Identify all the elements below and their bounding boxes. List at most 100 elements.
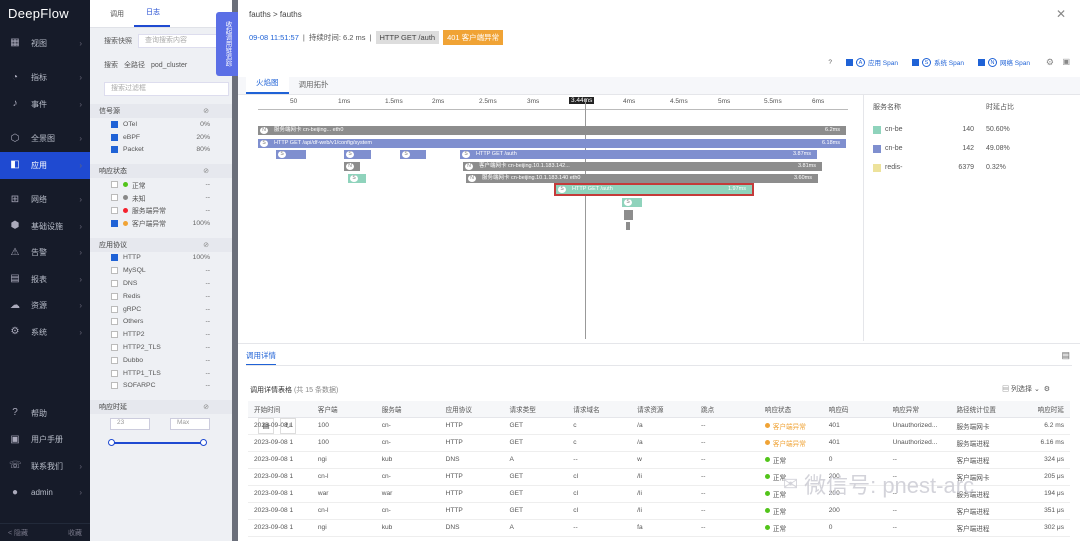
filter-option[interactable]: HTTP 100% (90, 252, 237, 265)
table-row[interactable]: 2023-09-08 1 ngi kub DNS A -- fa -- 正常 0 -- 客户端进程 30… (248, 519, 1070, 537)
quick-filter-input[interactable]: 搜索过滤框 (104, 82, 229, 96)
column-header[interactable]: 请求类型 (503, 401, 568, 418)
nav-item-8[interactable]: ▤ 报表 › (0, 266, 90, 293)
nav-item-7[interactable]: ⚠ 告警 › (0, 240, 90, 267)
checkbox[interactable] (846, 58, 853, 66)
clear-filter-icon[interactable]: ⊘ (203, 241, 209, 249)
legend-item[interactable]: S 系统 Span (912, 57, 964, 67)
filter-option[interactable]: gRPC -- (90, 303, 237, 316)
nav-item-4[interactable]: ◧ 应用 › (0, 152, 90, 179)
clear-filter-icon[interactable]: ⊘ (203, 167, 209, 175)
filter-section-header[interactable]: 应用协议 ⊘ (90, 237, 237, 252)
drawer-toggle-button[interactable]: 收起调用链追踪 (216, 12, 238, 76)
clear-filter-icon[interactable]: ⊘ (203, 403, 209, 411)
nav-item-6[interactable]: ⬢ 基础设施 › (0, 213, 90, 240)
latency-slider[interactable]: 23 Max (102, 414, 225, 454)
favorite-button[interactable]: 收藏 (68, 528, 82, 538)
filter-section-header[interactable]: 信号源 ⊘ (90, 104, 237, 118)
checkbox[interactable] (111, 267, 118, 275)
tab-call-topology[interactable]: 调用拓扑 (289, 79, 339, 94)
column-header[interactable]: 响应时延 (1016, 401, 1070, 418)
column-header[interactable]: 响应异常 (886, 401, 951, 418)
checkbox[interactable] (978, 58, 985, 66)
nav-bottom-item-2[interactable]: ☏ 联系我们 › (0, 453, 90, 480)
search-button[interactable]: 搜索 (104, 60, 118, 70)
column-header[interactable]: 开始时间 (248, 401, 312, 418)
table-row[interactable]: 2023-09-08 1 100 cn- HTTP GET c/a -- 客户端异常 401 Un… (248, 434, 1070, 452)
filter-option[interactable]: SOFARPC -- (90, 380, 237, 393)
legend-item[interactable]: A 应用 Span (846, 57, 898, 67)
filter-option[interactable]: Dubbo -- (90, 354, 237, 367)
checkbox[interactable] (111, 305, 118, 313)
table-row[interactable]: 2023-09-08 1 100 cn- HTTP GET c/a -- 客户端异常 401 Un… (248, 417, 1070, 435)
checkbox[interactable] (111, 344, 118, 352)
nav-item-2[interactable]: ♪ 事件 › (0, 91, 90, 118)
filter-option[interactable]: Packet 80% (90, 144, 237, 157)
column-header[interactable]: 跳点 (695, 401, 759, 418)
column-header[interactable]: 请求域名 (567, 401, 632, 418)
legend-item[interactable]: N 网络 Span (978, 57, 1030, 67)
filter-section-header[interactable]: 响应状态 ⊘ (90, 164, 237, 179)
group-path-button[interactable]: 全路径 (124, 60, 145, 70)
filter-option[interactable]: MySQL -- (90, 264, 237, 277)
filter-option[interactable]: OTel 0% (90, 118, 237, 131)
nav-bottom-item-1[interactable]: ▣ 用户手册 (0, 427, 90, 454)
checkbox[interactable] (111, 331, 118, 339)
service-row[interactable]: cn-be 140 50.60% (866, 120, 1072, 139)
filter-option[interactable]: 客户端异常 100% (90, 217, 237, 230)
checkbox[interactable] (111, 356, 118, 364)
checkbox[interactable] (111, 318, 118, 326)
clear-filter-icon[interactable]: ⊘ (203, 107, 209, 115)
service-row[interactable]: cn-be 142 49.08% (866, 139, 1072, 158)
column-header[interactable]: 响应码 (822, 401, 887, 418)
column-header[interactable]: 客户端 (311, 401, 376, 418)
flame-span-bar[interactable]: S (622, 198, 642, 207)
nav-item-1[interactable]: ◔ 指标 › (0, 65, 90, 92)
flame-span-bar[interactable]: N 服务端网卡 cn-beijing.10.1.183.140 eth0 3.60m… (466, 174, 818, 183)
latency-max-handle[interactable] (200, 439, 207, 447)
checkbox[interactable] (111, 133, 118, 141)
collapse-nav-button[interactable]: < 隐藏 (8, 528, 28, 538)
column-header[interactable]: 请求资源 (631, 401, 696, 418)
checkbox[interactable] (111, 382, 118, 390)
checkbox[interactable] (111, 120, 118, 128)
table-row[interactable]: 2023-09-08 1 cn-l cn- HTTP GET cl/li -- 正常 200 --… (248, 502, 1070, 520)
latency-min-handle[interactable] (108, 439, 115, 447)
checkbox[interactable] (111, 146, 118, 154)
filter-option[interactable]: eBPF 20% (90, 131, 237, 144)
nav-item-9[interactable]: ☁ 资源 › (0, 293, 90, 320)
filter-option[interactable]: HTTP1_TLS -- (90, 367, 237, 380)
column-header[interactable]: 应用协议 (439, 401, 504, 418)
checkbox[interactable] (111, 292, 118, 300)
flame-span-bar[interactable]: N 服务端网卡 cn-beijing... eth0 6.2ms (258, 126, 846, 135)
flame-span-bar[interactable]: S HTTP GET /auth 1.97ms (554, 183, 754, 196)
close-icon[interactable]: ✕ (1056, 7, 1066, 21)
flame-span-bar[interactable]: S HTTP GET /auth 3.87ms (460, 150, 817, 159)
latency-min-input[interactable]: 23 (110, 418, 150, 431)
filter-option[interactable]: HTTP2_TLS -- (90, 341, 237, 354)
flame-span-bar[interactable]: S (276, 150, 306, 159)
filter-section-header[interactable]: 响应时延 ⊘ (90, 400, 237, 415)
flame-span-bar[interactable] (626, 222, 630, 230)
nav-item-0[interactable]: ▦ 视图 › (0, 30, 90, 57)
column-select-button[interactable]: ▤ 列选择 ⌄ ⚙ (1002, 384, 1050, 394)
help-icon[interactable]: ? (828, 59, 832, 66)
filter-option[interactable]: 正常 -- (90, 178, 237, 191)
checkbox[interactable] (111, 219, 118, 227)
tab-flame-graph[interactable]: 火焰图 (246, 77, 289, 94)
filter-option[interactable]: Others -- (90, 316, 237, 329)
tab-calls[interactable]: 调用 (98, 9, 134, 27)
table-row[interactable]: 2023-09-08 1 ngi kub DNS A -- w -- 正常 0 -- 客户端进程 324… (248, 451, 1070, 469)
checkbox[interactable] (111, 194, 118, 202)
flame-span-bar[interactable]: S (344, 150, 371, 159)
nav-item-5[interactable]: ⊞ 网络 › (0, 187, 90, 214)
nav-item-3[interactable]: ⬡ 全景图 › (0, 126, 90, 153)
checkbox[interactable] (912, 58, 919, 66)
filter-option[interactable]: DNS -- (90, 277, 237, 290)
settings-icon[interactable]: ⚙ (1046, 57, 1054, 68)
export-icon[interactable]: ▤ (1061, 350, 1070, 361)
layout-icon[interactable]: ▣ (1062, 57, 1070, 66)
nav-bottom-item-0[interactable]: ? 帮助 (0, 400, 90, 427)
group-value[interactable]: pod_cluster (151, 62, 187, 69)
filter-option[interactable]: 服务端异常 -- (90, 204, 237, 217)
